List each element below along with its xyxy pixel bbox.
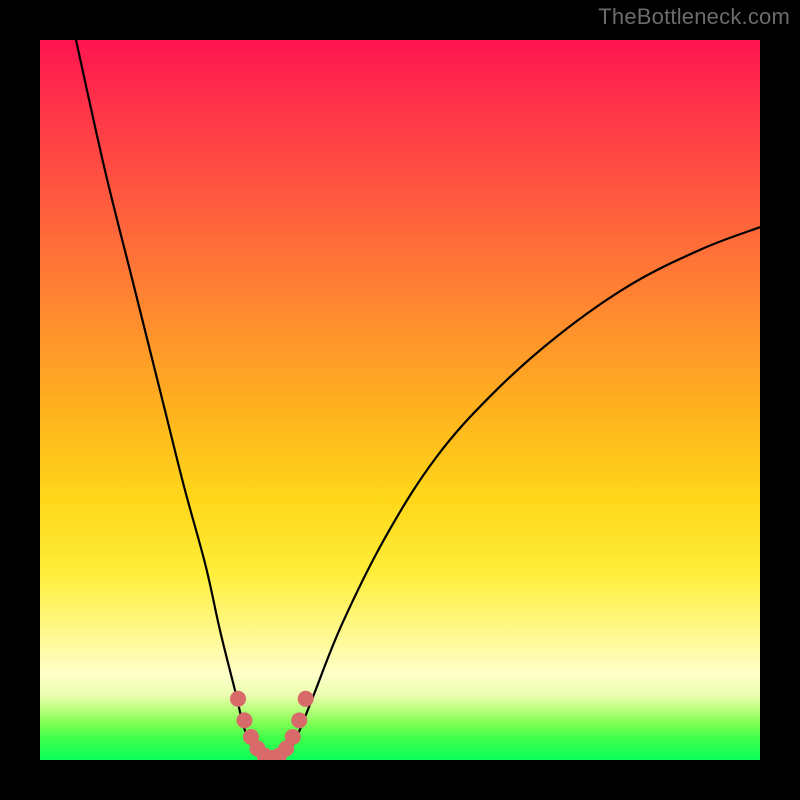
chart-frame: TheBottleneck.com [0, 0, 800, 800]
valley-marker [285, 729, 301, 745]
valley-marker [291, 712, 307, 728]
curve-line [76, 40, 760, 760]
plot-area [40, 40, 760, 760]
valley-marker [298, 691, 314, 707]
valley-marker [236, 712, 252, 728]
bottom-marker-group [230, 691, 314, 760]
chart-svg [40, 40, 760, 760]
watermark-text: TheBottleneck.com [598, 4, 790, 30]
valley-marker [230, 691, 246, 707]
